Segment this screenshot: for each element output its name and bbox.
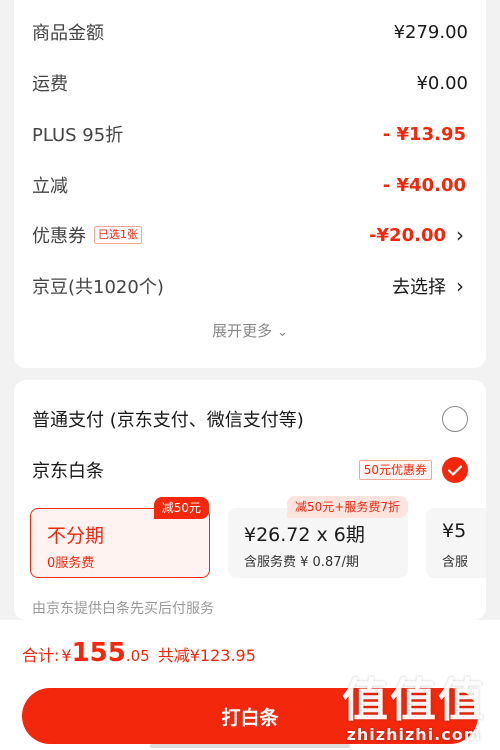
summary-row-coupon[interactable]: 优惠券 已选1张 -¥20.00 › xyxy=(32,215,468,255)
baitiao-service-note: 由京东提供白条先买后付服务 xyxy=(32,601,214,617)
plan-title: ¥26.72 x 6期 xyxy=(244,524,365,546)
order-total: 合计: ¥ 155 .05 共减¥123.95 xyxy=(22,638,256,668)
plan-no-installment[interactable]: 不分期 0服务费 减50元 xyxy=(30,497,210,578)
total-decimal: .05 xyxy=(125,647,150,665)
total-saved: 共减¥123.95 xyxy=(157,646,256,665)
coupon-value: -¥20.00 xyxy=(369,224,446,246)
plan-title: 不分期 xyxy=(47,525,105,547)
cta-label: 打白条 xyxy=(221,706,279,729)
radio-unchecked-icon[interactable] xyxy=(442,406,468,432)
home-indicator xyxy=(150,744,350,748)
watermark-site: zhizhizhi.com xyxy=(346,725,482,744)
goods-amount-value: ¥279.00 xyxy=(393,21,468,43)
plan-badge: 减50元 xyxy=(153,497,209,519)
plan-more-installments[interactable]: ¥5 含服 xyxy=(426,508,486,578)
watermark-logo: 值值值 zhizhizhi.com xyxy=(342,675,486,744)
summary-row-plus-discount: PLUS 95折 - ¥13.95 xyxy=(32,114,468,154)
total-currency: ¥ xyxy=(61,646,72,665)
plan-fee: 含服务费 ¥ 0.87/期 xyxy=(244,555,359,570)
chevron-right-icon: › xyxy=(456,274,464,298)
coupon-selected-tag: 已选1张 xyxy=(94,226,142,244)
shipping-label: 运费 xyxy=(32,74,68,95)
baitiao-payment-option[interactable]: 京东白条 50元优惠券 xyxy=(32,450,468,490)
plan-fee: 含服 xyxy=(442,555,469,570)
payment-method-card: 普通支付 (京东支付、微信支付等) 京东白条 50元优惠券 不分期 0服务费 减… xyxy=(14,380,486,620)
normal-payment-label: 普通支付 (京东支付、微信支付等) xyxy=(32,410,304,431)
checkmark-icon[interactable] xyxy=(442,457,468,483)
instant-discount-value: - ¥40.00 xyxy=(382,174,466,196)
baitiao-coupon-tag: 50元优惠券 xyxy=(358,460,432,480)
summary-row-instant-discount: 立减 - ¥40.00 xyxy=(32,165,468,205)
chevron-right-icon: › xyxy=(456,223,464,247)
summary-row-shipping: 运费 ¥0.00 xyxy=(32,63,468,103)
instant-discount-label: 立减 xyxy=(32,176,68,197)
expand-more-label: 展开更多 xyxy=(212,322,273,340)
summary-row-jd-beans[interactable]: 京豆(共1020个) 去选择 › xyxy=(32,266,468,306)
order-summary-card: 商品金额 ¥279.00 运费 ¥0.00 PLUS 95折 - ¥13.95 … xyxy=(14,0,486,368)
installment-plans: 不分期 0服务费 减50元 ¥26.72 x 6期 含服务费 ¥ 0.87/期 … xyxy=(30,496,486,580)
plan-title: ¥5 xyxy=(442,520,467,542)
watermark-glyphs: 值值值 xyxy=(342,673,486,727)
baitiao-label: 京东白条 xyxy=(32,461,104,482)
summary-row-goods-amount: 商品金额 ¥279.00 xyxy=(32,12,468,52)
shipping-value: ¥0.00 xyxy=(416,72,468,94)
plan-6-installments[interactable]: ¥26.72 x 6期 含服务费 ¥ 0.87/期 减50元+服务费7折 xyxy=(228,496,408,578)
total-label: 合计: xyxy=(22,646,60,665)
jd-beans-select-link[interactable]: 去选择 xyxy=(392,273,446,299)
total-integer: 155 xyxy=(71,638,126,668)
plus-discount-value: - ¥13.95 xyxy=(382,123,466,145)
plus-discount-label: PLUS 95折 xyxy=(32,125,124,146)
jd-beans-label: 京豆(共1020个) xyxy=(32,277,164,298)
plan-fee: 0服务费 xyxy=(47,556,95,571)
chevron-down-icon: ⌄ xyxy=(276,325,288,340)
plan-badge: 减50元+服务费7折 xyxy=(287,496,408,518)
normal-payment-option[interactable]: 普通支付 (京东支付、微信支付等) xyxy=(32,399,468,439)
goods-amount-label: 商品金额 xyxy=(32,23,104,44)
coupon-label: 优惠券 xyxy=(32,226,86,247)
expand-more-button[interactable]: 展开更多 ⌄ xyxy=(14,320,486,341)
